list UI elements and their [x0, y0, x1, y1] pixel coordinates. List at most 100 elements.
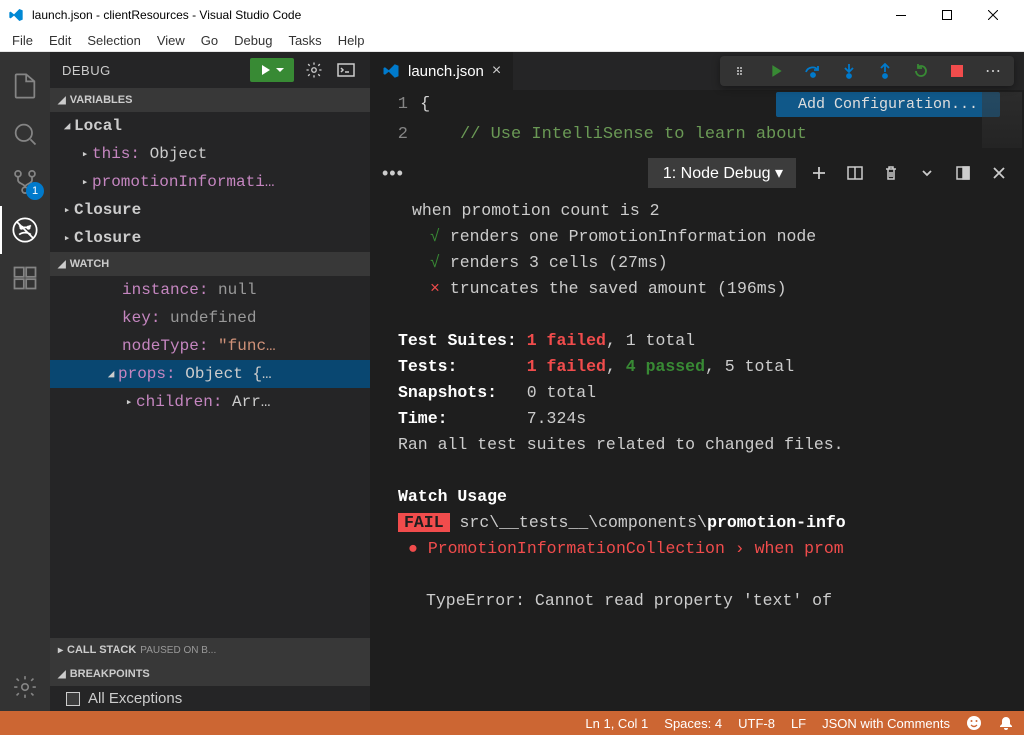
terminal-line: Time: 7.324s	[398, 406, 1008, 432]
watch-props[interactable]: ◢props: Object {…	[50, 360, 370, 388]
activity-bar: 1	[0, 52, 50, 711]
minimap[interactable]	[982, 92, 1022, 148]
minimize-button[interactable]	[878, 0, 924, 30]
vscode-icon	[8, 7, 32, 23]
var-closure2[interactable]: ▸Closure	[50, 224, 370, 252]
terminal-line: Test Suites: 1 failed, 1 total	[398, 328, 1008, 354]
more-icon[interactable]: •••	[382, 163, 404, 184]
restart-button[interactable]	[906, 58, 936, 84]
terminal-line: Watch Usage	[398, 484, 1008, 510]
section-breakpoints[interactable]: ◢BREAKPOINTS	[50, 662, 370, 686]
terminal-line: Ran all test suites related to changed f…	[398, 432, 1008, 458]
window-controls	[878, 0, 1016, 30]
terminal-line: TypeError: Cannot read property 'text' o…	[398, 588, 1008, 614]
kill-terminal-button[interactable]	[878, 160, 904, 186]
terminal-line: Tests: 1 failed, 4 passed, 5 total	[398, 354, 1008, 380]
section-watch-label: WATCH	[70, 258, 110, 270]
menu-selection[interactable]: Selection	[79, 31, 148, 50]
section-variables-label: VARIABLES	[70, 94, 133, 106]
breakpoint-all-exceptions[interactable]: All Exceptions	[50, 686, 370, 711]
gear-icon[interactable]	[302, 58, 326, 82]
editor-area: launch.json × ⋯ 1 2 { // Use	[370, 52, 1024, 711]
terminal-line: ● PromotionInformationCollection › when …	[398, 536, 1008, 562]
debug-sidebar: DEBUG ◢VARIABLES ◢Local ▸ this: Object	[50, 52, 370, 711]
status-spaces[interactable]: Spaces: 4	[664, 716, 722, 731]
section-variables[interactable]: ◢VARIABLES	[50, 88, 370, 112]
status-encoding[interactable]: UTF-8	[738, 716, 775, 731]
terminal-line: × truncates the saved amount (196ms)	[398, 276, 1008, 302]
titlebar: launch.json - clientResources - Visual S…	[0, 0, 1024, 30]
var-this[interactable]: ▸ this: Object	[50, 140, 370, 168]
tab-launch-json[interactable]: launch.json ×	[370, 52, 513, 90]
watch-instance[interactable]: instance: null	[50, 276, 370, 304]
var-closure1[interactable]: ▸Closure	[50, 196, 370, 224]
activity-debug[interactable]	[0, 206, 50, 254]
watch-key[interactable]: key: undefined	[50, 304, 370, 332]
close-icon[interactable]: ×	[492, 62, 501, 80]
start-debug-button[interactable]	[250, 58, 294, 82]
line-gutter: 1 2	[370, 90, 420, 154]
activity-settings[interactable]	[0, 663, 50, 711]
window-title: launch.json - clientResources - Visual S…	[32, 8, 878, 22]
var-local[interactable]: ◢Local	[50, 112, 370, 140]
stop-button[interactable]	[942, 58, 972, 84]
section-callstack[interactable]: ▸CALL STACK PAUSED ON B...	[50, 638, 370, 662]
activity-scm[interactable]: 1	[0, 158, 50, 206]
tabs-bar: launch.json × ⋯	[370, 52, 1024, 90]
activity-search[interactable]	[0, 110, 50, 158]
section-callstack-label: CALL STACK	[67, 644, 136, 656]
menu-debug[interactable]: Debug	[226, 31, 280, 50]
var-promotion-information[interactable]: ▸promotionInformati…	[50, 168, 370, 196]
close-button[interactable]	[970, 0, 1016, 30]
activity-explorer[interactable]	[0, 62, 50, 110]
scm-badge: 1	[26, 182, 44, 200]
continue-button[interactable]	[762, 58, 792, 84]
terminal-panel: ••• 1: Node Debug ▾ when promotion count…	[370, 154, 1024, 711]
close-panel-button[interactable]	[986, 160, 1012, 186]
section-watch[interactable]: ◢WATCH	[50, 252, 370, 276]
watch-children[interactable]: ▸children: Arr…	[50, 388, 370, 416]
split-terminal-button[interactable]	[842, 160, 868, 186]
step-out-button[interactable]	[870, 58, 900, 84]
step-into-button[interactable]	[834, 58, 864, 84]
menubar: File Edit Selection View Go Debug Tasks …	[0, 30, 1024, 52]
menu-file[interactable]: File	[4, 31, 41, 50]
watch-nodetype[interactable]: nodeType: "func…	[50, 332, 370, 360]
code-editor[interactable]: 1 2 { // Use IntelliSense to learn about…	[370, 90, 1024, 154]
new-terminal-button[interactable]	[806, 160, 832, 186]
terminal-output[interactable]: when promotion count is 2 √ renders one …	[370, 192, 1024, 711]
more-icon[interactable]: ⋯	[978, 58, 1008, 84]
debug-toolbar[interactable]: ⋯	[720, 56, 1014, 86]
bell-icon[interactable]	[998, 715, 1014, 731]
maximize-button[interactable]	[924, 0, 970, 30]
statusbar: Ln 1, Col 1 Spaces: 4 UTF-8 LF JSON with…	[0, 711, 1024, 735]
menu-view[interactable]: View	[149, 31, 193, 50]
menu-help[interactable]: Help	[330, 31, 373, 50]
terminal-line: √ renders one PromotionInformation node	[398, 224, 1008, 250]
status-eol[interactable]: LF	[791, 716, 806, 731]
step-over-button[interactable]	[798, 58, 828, 84]
debug-console-icon[interactable]	[334, 58, 358, 82]
section-breakpoints-label: BREAKPOINTS	[70, 668, 150, 680]
menu-tasks[interactable]: Tasks	[280, 31, 329, 50]
menu-edit[interactable]: Edit	[41, 31, 79, 50]
panel-header: ••• 1: Node Debug ▾	[370, 154, 1024, 192]
terminal-line: Snapshots: 0 total	[398, 380, 1008, 406]
chevron-down-icon[interactable]	[914, 160, 940, 186]
terminal-line: when promotion count is 2	[398, 198, 1008, 224]
status-language[interactable]: JSON with Comments	[822, 716, 950, 731]
terminal-line: √ renders 3 cells (27ms)	[398, 250, 1008, 276]
add-configuration-button[interactable]: Add Configuration...	[776, 92, 1000, 117]
debug-title: DEBUG	[62, 63, 242, 78]
terminal-selector[interactable]: 1: Node Debug ▾	[648, 158, 796, 188]
drag-handle-icon[interactable]	[726, 58, 756, 84]
feedback-icon[interactable]	[966, 715, 982, 731]
status-cursor[interactable]: Ln 1, Col 1	[585, 716, 648, 731]
checkbox-icon[interactable]	[66, 692, 80, 706]
maximize-panel-button[interactable]	[950, 160, 976, 186]
callstack-status: PAUSED ON B...	[140, 645, 216, 656]
debug-header: DEBUG	[50, 52, 370, 88]
activity-extensions[interactable]	[0, 254, 50, 302]
terminal-line: FAIL src\__tests__\components\promotion-…	[398, 510, 1008, 536]
menu-go[interactable]: Go	[193, 31, 226, 50]
